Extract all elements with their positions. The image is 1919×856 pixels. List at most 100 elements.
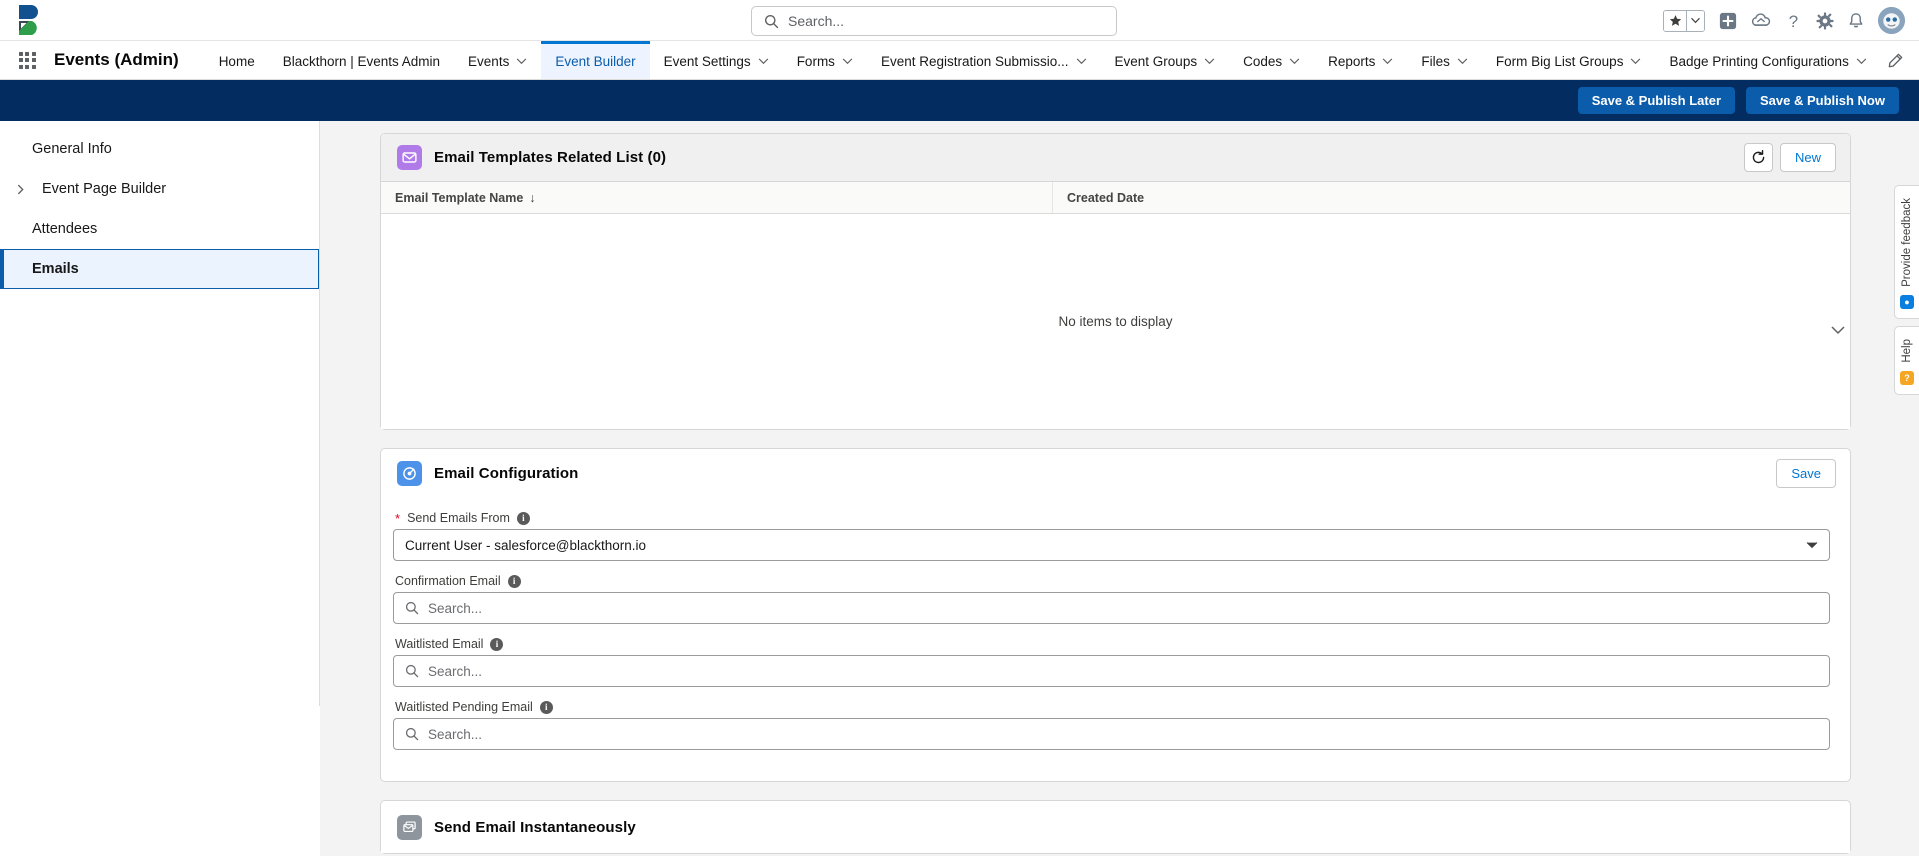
nav-item-event-settings[interactable]: Event Settings: [650, 41, 783, 79]
side-tab-help[interactable]: Help?: [1894, 325, 1919, 395]
app-launcher-button[interactable]: [0, 41, 54, 79]
nav-item-event-registration-submissio[interactable]: Event Registration Submissio...: [867, 41, 1101, 79]
field-label-row: Waitlisted Email i: [393, 637, 1830, 651]
sidebar-item-attendees[interactable]: Attendees: [0, 209, 319, 249]
chevron-down-icon: [842, 58, 853, 65]
svg-text:?: ?: [1789, 12, 1798, 30]
chevron-down-icon: [758, 58, 769, 65]
cloud-glyph: [1751, 12, 1771, 26]
email-configuration-card-header: Email Configuration Save: [381, 449, 1850, 497]
app-launcher-icon: [18, 51, 36, 69]
chevron-down-icon[interactable]: [1806, 541, 1818, 549]
nav-item-label: Home: [218, 54, 255, 69]
field-label-text: Confirmation Email: [395, 574, 501, 588]
sidebar-item-event-page-builder[interactable]: Event Page Builder: [0, 169, 319, 209]
field-label-row: Waitlisted Pending Email i: [393, 700, 1830, 714]
nav-item-label: Event Builder: [555, 54, 636, 69]
page-body: General Info Event Page Builder Attendees E…: [0, 121, 1919, 856]
nav-item-events[interactable]: Events: [454, 41, 541, 79]
notifications-bell-icon[interactable]: [1848, 12, 1864, 30]
nav-item-home[interactable]: Home: [205, 41, 269, 79]
info-icon[interactable]: i: [507, 574, 521, 588]
info-icon[interactable]: i: [490, 637, 504, 651]
envelope-stack-glyph: [403, 820, 416, 832]
chevron-right-icon[interactable]: [14, 184, 26, 195]
email-configuration-card: Email Configuration Save * Send Emails Fr…: [380, 448, 1851, 782]
side-tabs: Provide feedback ● Help?: [1894, 185, 1919, 395]
column-header-email-template-name[interactable]: Email Template Name ↓: [381, 182, 1053, 213]
email-templates-card-title: Email Templates Related List (0): [434, 149, 667, 166]
empty-state-message: No items to display: [1058, 314, 1173, 329]
collapse-card-chevron[interactable]: [1829, 321, 1847, 339]
email-icon: [397, 145, 422, 170]
search-icon: [405, 727, 419, 741]
sidebar-item-general-info[interactable]: General Info: [0, 129, 319, 169]
record-icon: [397, 460, 422, 486]
info-icon[interactable]: i: [516, 511, 530, 525]
select-input[interactable]: Current User - salesforce@blackthorn.io: [393, 529, 1830, 561]
nav-item-badge-printing-configurations[interactable]: Badge Printing Configurations: [1655, 41, 1880, 79]
feedback-icon: ●: [1900, 294, 1914, 309]
nav-item-label: Files: [1421, 54, 1450, 69]
avatar-glyph: [1878, 7, 1905, 34]
sort-arrow-icon: ↓: [529, 190, 536, 205]
nav-item-reports[interactable]: Reports: [1314, 41, 1407, 79]
favorites-caret-icon[interactable]: [1686, 10, 1704, 31]
field-send-emails-from: * Send Emails From i Current User - salesfo…: [393, 511, 1830, 561]
plus-glyph: [1719, 12, 1737, 29]
nav-item-event-groups[interactable]: Event Groups: [1101, 41, 1230, 79]
refresh-button[interactable]: [1743, 143, 1773, 172]
email-templates-card: Email Templates Related List (0) New Ema…: [380, 133, 1851, 430]
nav-item-label: Events: [468, 54, 510, 69]
favorites-group[interactable]: [1663, 9, 1705, 32]
side-tab-label: Provide feedback: [1901, 198, 1913, 287]
nav-item-event-builder[interactable]: Event Builder: [541, 41, 650, 79]
nav-item-form-big-list-groups[interactable]: Form Big List Groups: [1482, 41, 1656, 79]
gear-icon[interactable]: [1816, 12, 1834, 30]
save-email-configuration-button[interactable]: Save: [1776, 458, 1836, 488]
chevron-down-icon: [1382, 58, 1393, 65]
blackthorn-logo[interactable]: [0, 4, 62, 36]
save-publish-later-button[interactable]: Save & Publish Later: [1577, 87, 1736, 114]
column-header-created-date[interactable]: Created Date: [1053, 182, 1850, 213]
add-icon[interactable]: [1719, 12, 1737, 30]
edit-nav-button[interactable]: [1872, 41, 1919, 79]
sidebar-item-label: Emails: [32, 261, 79, 277]
nav-item-codes[interactable]: Codes: [1229, 41, 1314, 79]
search-input[interactable]: Search...: [393, 718, 1830, 750]
sidebar-item-label: Attendees: [32, 221, 98, 237]
avatar[interactable]: [1878, 7, 1905, 34]
info-icon[interactable]: i: [539, 700, 553, 714]
search-input[interactable]: Search...: [393, 655, 1830, 687]
field-label-text: Send Emails From: [407, 511, 510, 525]
chevron-down-icon: [1630, 58, 1641, 65]
chevron-down-icon: [1076, 58, 1087, 65]
search-input[interactable]: Search...: [393, 592, 1830, 624]
global-search-box[interactable]: Search...: [751, 6, 1117, 36]
nav-item-blackthorn-events-admin[interactable]: Blackthorn | Events Admin: [269, 41, 454, 79]
sidebar-item-emails[interactable]: Emails: [0, 249, 319, 289]
app-navigation-bar: Events (Admin) Home Blackthorn | Events A…: [0, 41, 1919, 80]
new-email-template-button[interactable]: New: [1779, 143, 1836, 172]
save-publish-now-button[interactable]: Save & Publish Now: [1746, 87, 1899, 114]
search-placeholder: Search...: [428, 663, 483, 679]
help-icon[interactable]: ?: [1785, 11, 1802, 30]
chevron-down-icon: [1204, 58, 1215, 65]
field-waitlisted-email: Waitlisted Email i Search...: [393, 637, 1830, 687]
question-mark-glyph: ?: [1789, 12, 1798, 30]
favorites-star-icon[interactable]: [1664, 10, 1686, 31]
search-icon: [405, 664, 419, 678]
send-email-card-header: Send Email Instantaneously: [381, 801, 1850, 853]
email-stack-icon: [397, 814, 422, 840]
nav-item-files[interactable]: Files: [1407, 41, 1482, 79]
header-actions: ?: [1663, 0, 1905, 41]
email-templates-table-body: No items to display: [381, 214, 1850, 429]
field-confirmation-email: Confirmation Email i Search...: [393, 574, 1830, 624]
field-label-text: Waitlisted Pending Email: [395, 700, 533, 714]
email-templates-card-actions: New: [1743, 143, 1836, 172]
nav-item-label: Badge Printing Configurations: [1669, 54, 1849, 69]
nav-item-forms[interactable]: Forms: [783, 41, 867, 79]
setup-cloud-icon[interactable]: [1751, 12, 1771, 29]
refresh-icon: [1752, 150, 1765, 164]
side-tab-provide-feedback[interactable]: Provide feedback ●: [1894, 185, 1919, 319]
